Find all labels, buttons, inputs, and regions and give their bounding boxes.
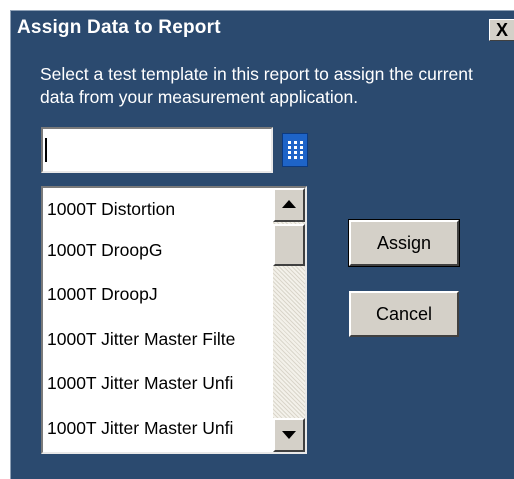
list-item[interactable]: 1000T Distortion [47,192,271,226]
list-item[interactable]: 1000T DroopG [47,233,271,267]
list-item[interactable]: 1000T Jitter Master Filte [47,322,271,356]
keypad-icon [288,141,303,159]
scroll-down-button[interactable] [273,418,305,452]
dialog-title: Assign Data to Report [17,17,221,38]
instructions-text: Select a test template in this report to… [40,64,473,107]
template-list: 1000T Distortion 1000T DroopG 1000T Droo… [43,188,271,452]
arrow-down-icon [282,431,296,439]
vertical-scrollbar[interactable] [273,188,305,452]
keypad-button[interactable] [282,133,308,167]
title-bar: Assign Data to Report X [11,11,514,45]
scroll-thumb[interactable] [273,224,305,266]
assign-button[interactable]: Assign [348,219,460,267]
list-item[interactable]: 1000T DroopJ [47,277,271,311]
scroll-up-button[interactable] [273,188,305,222]
cancel-button[interactable]: Cancel [349,291,459,337]
list-item[interactable]: 1000T Jitter Master Unfi [47,366,271,400]
arrow-up-icon [282,200,296,208]
list-item[interactable]: 1000T Jitter Master Unfi [47,411,271,445]
close-button[interactable]: X [489,19,514,41]
assign-data-dialog: Assign Data to Report X Select a test te… [10,10,514,479]
text-caret [45,138,47,162]
template-listbox[interactable]: 1000T Distortion 1000T DroopG 1000T Droo… [41,186,307,454]
search-input[interactable] [41,127,273,173]
